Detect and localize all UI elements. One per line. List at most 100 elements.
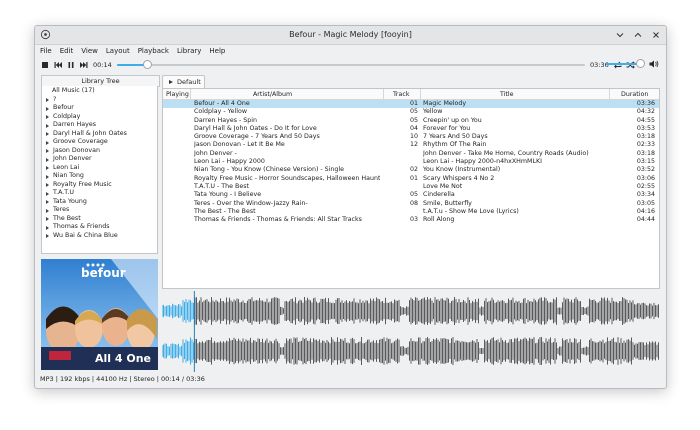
- track-cell: 01: [409, 174, 418, 182]
- expand-arrow-icon[interactable]: [46, 166, 49, 170]
- menu-view[interactable]: View: [81, 47, 98, 55]
- tree-item[interactable]: Royalty Free Music: [42, 181, 157, 190]
- column-duration[interactable]: Duration: [621, 90, 648, 99]
- close-button[interactable]: [650, 29, 662, 41]
- expand-arrow-icon[interactable]: [46, 225, 49, 230]
- volume-handle[interactable]: [636, 59, 646, 68]
- volume-icon[interactable]: [649, 60, 659, 68]
- cover-album-text: All 4 One: [95, 352, 151, 365]
- artist-album-cell: Groove Coverage - 7 Years And 50 Days: [194, 133, 320, 141]
- pause-icon[interactable]: [67, 61, 75, 69]
- column-playing[interactable]: Playing: [166, 90, 189, 99]
- column-track[interactable]: Track: [393, 90, 409, 99]
- duration-cell: 03:06: [636, 174, 655, 182]
- title-cell: 7 Years And 50 Days: [423, 133, 488, 141]
- column-title[interactable]: Title: [500, 90, 514, 99]
- library-tree[interactable]: All Music (17) ? Befour Coldplay Darren Hay…: [41, 86, 158, 254]
- title-cell: Magic Melody: [423, 100, 467, 107]
- control-bar: 00:14 03:36: [35, 57, 666, 73]
- table-row[interactable]: The Best - The Best t.A.T.u - Show Me Lov…: [163, 208, 659, 216]
- playlist-table[interactable]: Playing Artist/Album Track Title Duratio…: [162, 88, 660, 289]
- next-icon[interactable]: [80, 61, 88, 69]
- menu-layout[interactable]: Layout: [106, 47, 130, 55]
- expand-arrow-icon[interactable]: [46, 174, 49, 179]
- table-row[interactable]: Coldplay - Yellow 05 Yellow 04:32: [163, 108, 659, 116]
- menu-edit[interactable]: Edit: [60, 47, 74, 55]
- expand-arrow-icon[interactable]: [46, 140, 49, 145]
- artist-album-cell: Jason Donovan - Let It Be Me: [194, 141, 285, 149]
- tree-item[interactable]: Teres: [42, 206, 157, 215]
- expand-arrow-icon[interactable]: [46, 234, 49, 238]
- table-row[interactable]: Befour - All 4 One 01 Magic Melody 03:36: [163, 100, 659, 109]
- tree-item[interactable]: Thomas & Friends: [42, 223, 157, 232]
- tree-item[interactable]: Nian Tong: [42, 172, 157, 181]
- tree-item[interactable]: Leon Lai: [42, 164, 157, 173]
- table-row[interactable]: Groove Coverage - 7 Years And 50 Days 10 7…: [163, 133, 659, 141]
- expand-arrow-icon[interactable]: [46, 132, 49, 136]
- expand-arrow-icon[interactable]: [46, 98, 49, 102]
- menu-help[interactable]: Help: [209, 47, 225, 55]
- seek-bar[interactable]: [117, 60, 585, 69]
- tree-item[interactable]: Groove Coverage: [42, 138, 157, 147]
- minimize-button[interactable]: [614, 29, 626, 41]
- track-cell: 03: [409, 216, 418, 224]
- title-bar[interactable]: Befour - Magic Melody [fooyin]: [35, 26, 666, 45]
- expand-arrow-icon[interactable]: [46, 106, 49, 111]
- tree-item[interactable]: Wu Bai & China Blue: [42, 232, 157, 241]
- artist-album-cell: Daryl Hall & John Oates - Do It for Love: [194, 124, 317, 132]
- tree-item[interactable]: The Best: [42, 215, 157, 224]
- column-artist-album[interactable]: Artist/Album: [253, 90, 292, 99]
- table-row[interactable]: Jason Donovan - Let It Be Me 12 Rhythm Of …: [163, 141, 659, 149]
- expand-arrow-icon[interactable]: [46, 115, 49, 119]
- table-row[interactable]: Teres - Over the Window-Jazzy Rain- 08 Smi…: [163, 200, 659, 208]
- expand-arrow-icon[interactable]: [46, 200, 49, 204]
- table-row[interactable]: Darren Hayes - Spin 05 Creepin' up on You 0…: [163, 117, 659, 125]
- tree-item-label: Darren Hayes: [53, 121, 96, 128]
- tab-default[interactable]: Default: [162, 75, 205, 88]
- album-cover-art: All 4 One befour: [41, 259, 158, 370]
- table-row[interactable]: Daryl Hall & John Oates - Do It for Love…: [163, 125, 659, 133]
- table-row[interactable]: John Denver - John Denver - Take Me Home,…: [163, 150, 659, 158]
- tree-item-label: Wu Bai & China Blue: [53, 231, 118, 239]
- volume-slider[interactable]: [606, 56, 646, 72]
- seek-handle[interactable]: [143, 60, 153, 69]
- menu-file[interactable]: File: [40, 47, 52, 55]
- expand-arrow-icon[interactable]: [46, 208, 49, 213]
- tree-root-all-music[interactable]: All Music (17): [42, 87, 157, 96]
- waveform-seekbar[interactable]: [161, 291, 660, 372]
- table-row[interactable]: Tata Young - I Believe 05 Cinderella 03:34: [163, 191, 659, 199]
- tree-item[interactable]: Befour: [42, 104, 157, 113]
- tree-item[interactable]: Tata Young: [42, 198, 157, 207]
- expand-arrow-icon[interactable]: [46, 191, 49, 196]
- tree-item-label: Tata Young: [53, 197, 87, 205]
- table-row[interactable]: Royalty Free Music - Horror Soundscapes,…: [163, 175, 659, 183]
- tree-item[interactable]: ?: [42, 96, 157, 105]
- expand-arrow-icon[interactable]: [46, 157, 49, 162]
- duration-cell: 03:36: [636, 100, 655, 107]
- expand-arrow-icon[interactable]: [46, 123, 49, 128]
- tree-item-label: Befour: [53, 104, 74, 111]
- table-row[interactable]: Leon Lai - Happy 2000 Leon Lai - Happy 20…: [163, 158, 659, 166]
- tree-item[interactable]: Darren Hayes: [42, 121, 157, 130]
- menu-playback[interactable]: Playback: [138, 47, 169, 55]
- artist-album-cell: Tata Young - I Believe: [194, 191, 262, 199]
- stop-icon[interactable]: [41, 61, 49, 69]
- track-cell: 10: [409, 133, 418, 141]
- expand-arrow-icon[interactable]: [46, 217, 49, 221]
- tree-item[interactable]: Daryl Hall & John Oates: [42, 130, 157, 139]
- play-icon: [169, 80, 173, 84]
- tree-item-label: Teres: [53, 206, 70, 213]
- expand-arrow-icon[interactable]: [46, 149, 49, 153]
- table-row[interactable]: Nian Tong - You Know (Chinese Version) -…: [163, 166, 659, 174]
- tree-item[interactable]: T.A.T.U: [42, 189, 157, 198]
- expand-arrow-icon[interactable]: [46, 183, 49, 187]
- menu-library[interactable]: Library: [177, 47, 201, 55]
- tree-item[interactable]: Coldplay: [42, 113, 157, 122]
- table-row[interactable]: Thomas & Friends - Thomas & Friends: All…: [163, 216, 659, 224]
- table-row[interactable]: T.A.T.U - The Best Love Me Not 02:55: [163, 183, 659, 191]
- maximize-button[interactable]: [632, 29, 644, 41]
- tree-item-label: Jason Donovan: [53, 146, 100, 154]
- tree-item[interactable]: John Denver: [42, 155, 157, 164]
- tree-item[interactable]: Jason Donovan: [42, 147, 157, 156]
- previous-icon[interactable]: [54, 61, 62, 69]
